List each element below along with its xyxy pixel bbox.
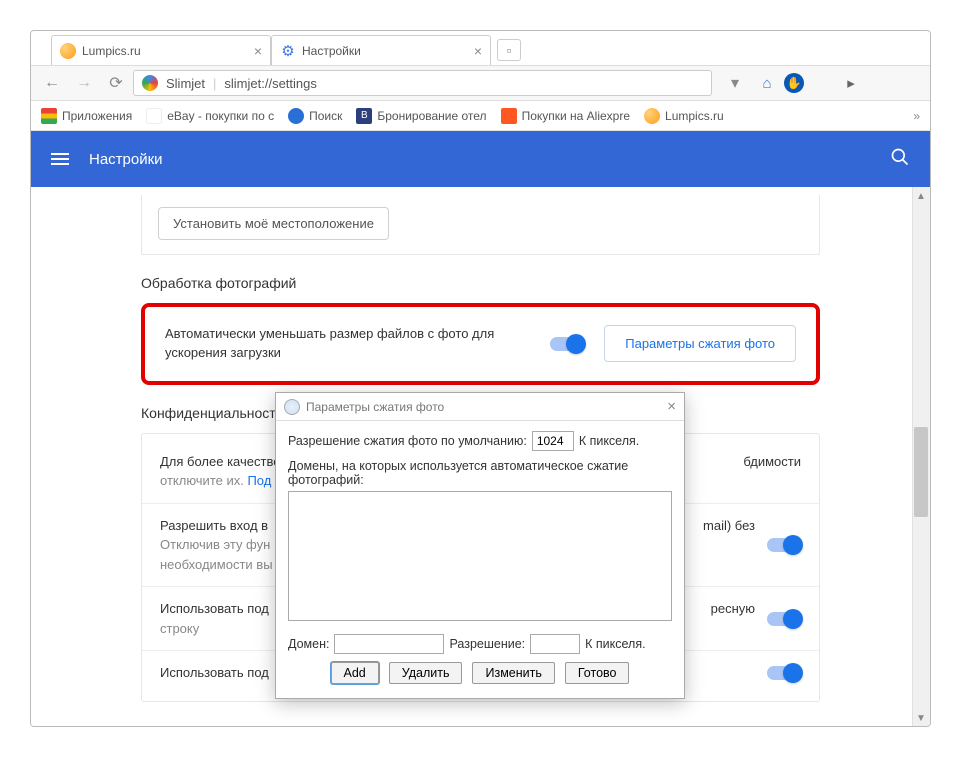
privacy-toggle[interactable] — [767, 666, 801, 680]
bookmark-booking[interactable]: B Бронирование отел — [356, 108, 486, 124]
photo-processing-card: Автоматически уменьшать размер файлов с … — [141, 303, 820, 385]
address-url: slimjet://settings — [224, 76, 316, 91]
resolution-input[interactable] — [530, 634, 580, 654]
home-icon[interactable]: ⌂ — [754, 70, 780, 96]
edit-button[interactable]: Изменить — [472, 662, 554, 684]
close-icon[interactable]: × — [474, 43, 482, 59]
domain-input[interactable] — [334, 634, 444, 654]
default-resolution-label: Разрешение сжатия фото по умолчанию: — [288, 434, 527, 448]
bookmark-search[interactable]: Поиск — [288, 108, 342, 124]
globe-icon — [284, 399, 300, 415]
close-icon[interactable]: × — [254, 43, 262, 59]
toggle-label: Автоматически уменьшать размер файлов с … — [165, 325, 530, 363]
delete-button[interactable]: Удалить — [389, 662, 463, 684]
domains-list[interactable] — [288, 491, 672, 621]
add-button[interactable]: Add — [331, 662, 379, 684]
page-title: Настройки — [89, 151, 163, 168]
bookmark-ali[interactable]: Покупки на Aliexpre — [501, 108, 630, 124]
search-icon — [288, 108, 304, 124]
toolbar: ← → ⟳ Slimjet | slimjet://settings ▾ ⌂ ✋… — [31, 65, 930, 101]
gear-icon: ⚙ — [280, 43, 296, 59]
settings-header: Настройки — [31, 131, 930, 187]
resolution-unit: К пикселя. — [579, 434, 639, 448]
site-icon — [60, 43, 76, 59]
dialog-title: Параметры сжатия фото — [306, 400, 444, 414]
tab-settings[interactable]: ⚙ Настройки × — [271, 35, 491, 65]
dialog-body: Разрешение сжатия фото по умолчанию: К п… — [276, 421, 684, 698]
bookmark-label: Поиск — [309, 109, 342, 123]
bookmark-label: Покупки на Aliexpre — [522, 109, 630, 123]
apps-icon — [41, 108, 57, 124]
privacy-toggle[interactable] — [767, 538, 801, 552]
lumpics-icon — [644, 108, 660, 124]
new-tab-button[interactable]: ▫ — [497, 39, 521, 61]
ebay-icon — [146, 108, 162, 124]
privacy-toggle[interactable] — [767, 612, 801, 626]
chevron-right-icon[interactable]: ▸ — [838, 70, 864, 96]
forward-button[interactable]: → — [69, 68, 99, 98]
resolution-label: Разрешение: — [449, 637, 525, 651]
resolution-unit-2: К пикселя. — [585, 637, 645, 651]
b-icon: B — [356, 108, 372, 124]
domains-label: Домены, на которых используется автомати… — [288, 459, 672, 487]
domain-label: Домен: — [288, 637, 329, 651]
site-identity-icon — [142, 75, 158, 91]
default-resolution-input[interactable] — [532, 431, 574, 451]
dropdown-icon[interactable]: ▾ — [720, 68, 750, 98]
close-icon[interactable]: × — [667, 398, 676, 415]
bookmark-label: Приложения — [62, 109, 132, 123]
address-brand: Slimjet — [166, 76, 205, 91]
photo-compression-params-button[interactable]: Параметры сжатия фото — [604, 325, 796, 362]
tab-label: Настройки — [302, 44, 361, 58]
bookmarks-bar: Приложения eBay - покупки по с Поиск B Бр… — [31, 101, 930, 131]
reload-button[interactable]: ⟳ — [101, 68, 131, 98]
bookmark-lumpics[interactable]: Lumpics.ru — [644, 108, 724, 124]
bookmarks-overflow[interactable]: » — [913, 109, 920, 123]
scroll-up-icon[interactable]: ▲ — [912, 187, 930, 205]
tab-label: Lumpics.ru — [82, 44, 141, 58]
auto-resize-toggle[interactable] — [550, 337, 584, 351]
globe-icon[interactable] — [898, 70, 924, 96]
shield-icon[interactable]: ✋ — [784, 73, 804, 93]
avatar-icon[interactable] — [868, 70, 894, 96]
contrast-icon[interactable] — [808, 70, 834, 96]
photo-compression-dialog: Параметры сжатия фото × Разрешение сжати… — [275, 392, 685, 699]
bookmark-apps[interactable]: Приложения — [41, 108, 132, 124]
aliexpress-icon — [501, 108, 517, 124]
extensions: ▾ ⌂ ✋ ▸ — [714, 68, 924, 98]
details-link[interactable]: Под — [247, 473, 271, 488]
bookmark-label: Бронирование отел — [377, 109, 486, 123]
menu-icon[interactable] — [51, 153, 69, 165]
bookmark-label: Lumpics.ru — [665, 109, 724, 123]
scroll-thumb[interactable] — [914, 427, 928, 517]
scroll-down-icon[interactable]: ▼ — [912, 709, 930, 727]
back-button[interactable]: ← — [37, 68, 67, 98]
location-section: Установить моё местоположение — [141, 195, 820, 255]
tab-strip: Lumpics.ru × ⚙ Настройки × ▫ — [31, 31, 930, 65]
bookmark-ebay[interactable]: eBay - покупки по с — [146, 108, 274, 124]
section-title-photo: Обработка фотографий — [141, 275, 820, 291]
tab-lumpics[interactable]: Lumpics.ru × — [51, 35, 271, 65]
scrollbar[interactable]: ▲ ▼ — [912, 187, 930, 727]
set-location-button[interactable]: Установить моё местоположение — [158, 207, 389, 240]
address-bar[interactable]: Slimjet | slimjet://settings — [133, 70, 712, 96]
done-button[interactable]: Готово — [565, 662, 630, 684]
separator: | — [213, 76, 216, 91]
dialog-titlebar[interactable]: Параметры сжатия фото × — [276, 393, 684, 421]
search-icon[interactable] — [890, 147, 910, 172]
bookmark-label: eBay - покупки по с — [167, 109, 274, 123]
